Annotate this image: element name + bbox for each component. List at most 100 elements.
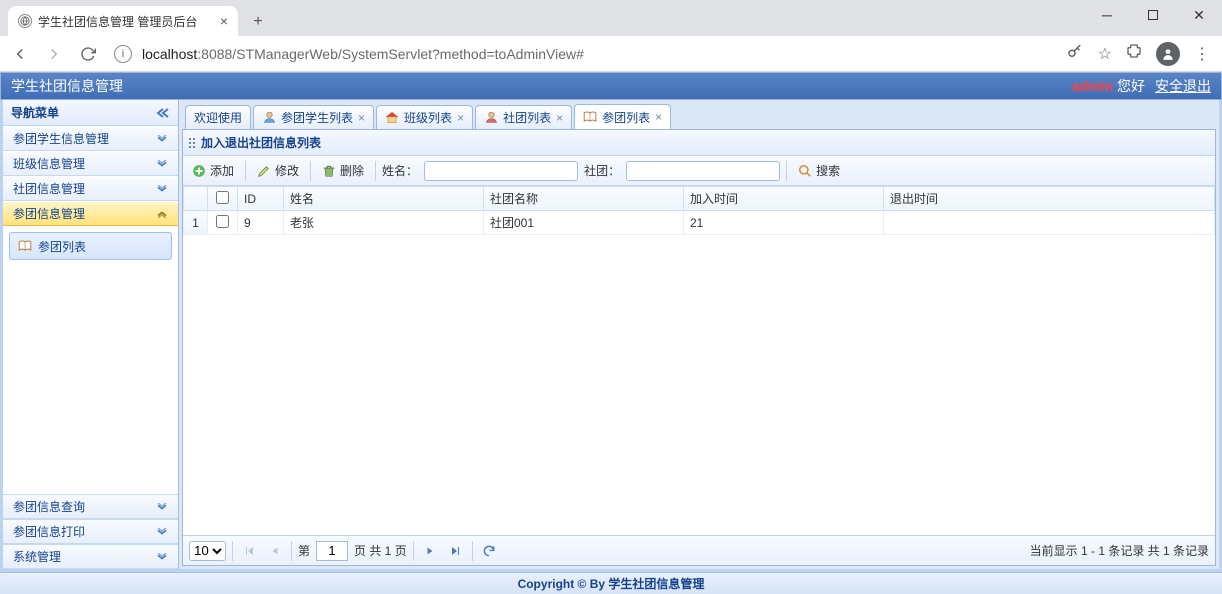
col-id[interactable]: ID	[238, 187, 284, 211]
edit-button[interactable]: 修改	[252, 159, 304, 182]
window-minimize-button[interactable]: ─	[1084, 0, 1130, 30]
chevron-down-icon	[156, 525, 168, 539]
browser-toolbar: i localhost:8088/STManagerWeb/SystemServ…	[0, 36, 1222, 72]
sidebar: 导航菜单 参团学生信息管理 班级信息管理 社团信息管理	[3, 100, 179, 569]
sidebar-item-system-manage[interactable]: 系统管理	[3, 544, 178, 569]
close-icon[interactable]: ×	[220, 13, 228, 29]
first-page-button[interactable]	[239, 541, 259, 561]
select-all-checkbox[interactable]	[216, 191, 229, 204]
refresh-button[interactable]	[479, 541, 499, 561]
back-button[interactable]	[6, 40, 34, 68]
cell-quit	[884, 211, 1215, 235]
separator	[413, 541, 414, 561]
separator	[786, 161, 787, 181]
new-tab-button[interactable]: +	[244, 8, 272, 36]
logout-link[interactable]: 安全退出	[1155, 76, 1211, 96]
house-icon	[385, 111, 399, 125]
cell-check	[208, 211, 238, 235]
panel: 加入退出社团信息列表 添加 修改 删除	[182, 129, 1216, 566]
search-button[interactable]: 搜索	[793, 159, 845, 182]
close-icon[interactable]: ×	[457, 111, 464, 125]
extensions-icon[interactable]	[1126, 43, 1142, 64]
separator	[375, 161, 376, 181]
prev-page-button[interactable]	[265, 541, 285, 561]
window-close-button[interactable]: ✕	[1176, 0, 1222, 30]
club-label: 社团：	[584, 162, 620, 179]
tab-class-list[interactable]: 班级列表 ×	[376, 105, 473, 129]
menu-icon[interactable]: ⋮	[1194, 44, 1210, 64]
chevron-down-icon	[156, 182, 168, 196]
pencil-icon	[257, 164, 271, 178]
col-join[interactable]: 加入时间	[684, 187, 884, 211]
page-input[interactable]	[316, 541, 348, 561]
close-icon[interactable]: ×	[358, 111, 365, 125]
next-page-button[interactable]	[420, 541, 440, 561]
separator	[245, 161, 246, 181]
reload-button[interactable]	[74, 40, 102, 68]
forward-button[interactable]	[40, 40, 68, 68]
tab-student-list[interactable]: 参团学生列表 ×	[253, 105, 374, 129]
trash-icon	[322, 164, 336, 178]
sidebar-item-class-manage[interactable]: 班级信息管理	[3, 151, 178, 176]
chevron-down-icon	[156, 157, 168, 171]
close-icon[interactable]: ×	[655, 110, 662, 124]
toolbar: 添加 修改 删除 姓名： 社团：	[183, 156, 1215, 186]
row-checkbox[interactable]	[216, 215, 229, 228]
page-prefix: 第	[298, 542, 310, 559]
cell-index: 1	[184, 211, 208, 235]
data-grid: ID 姓名 社团名称 加入时间 退出时间 1 9	[183, 186, 1215, 535]
chevron-up-icon	[156, 207, 168, 221]
tab-club-list[interactable]: 社团列表 ×	[475, 105, 572, 129]
sidebar-item-join-query[interactable]: 参团信息查询	[3, 494, 178, 519]
book-icon	[18, 239, 32, 253]
sidebar-item-student-manage[interactable]: 参团学生信息管理	[3, 126, 178, 151]
delete-button[interactable]: 删除	[317, 159, 369, 182]
club-input[interactable]	[626, 161, 780, 181]
close-icon[interactable]: ×	[556, 111, 563, 125]
chevron-down-icon	[156, 550, 168, 564]
last-page-button[interactable]	[446, 541, 466, 561]
browser-tabstrip: 学生社团信息管理 管理员后台 × + ─ ✕	[0, 0, 1222, 36]
collapse-icon[interactable]	[156, 108, 170, 118]
sidebar-item-club-manage[interactable]: 社团信息管理	[3, 176, 178, 201]
add-button[interactable]: 添加	[187, 159, 239, 182]
sidebar-subitem-join-list[interactable]: 参团列表	[9, 232, 172, 260]
col-quit[interactable]: 退出时间	[884, 187, 1215, 211]
site-info-icon[interactable]: i	[114, 45, 132, 63]
window-controls: ─ ✕	[1084, 0, 1222, 30]
window-maximize-button[interactable]	[1130, 0, 1176, 30]
separator	[310, 161, 311, 181]
sidebar-item-join-print[interactable]: 参团信息打印	[3, 519, 178, 544]
separator	[232, 541, 233, 561]
sidebar-sublist: 参团列表	[3, 226, 178, 494]
sidebar-item-join-manage[interactable]: 参团信息管理	[3, 201, 178, 226]
cell-id: 9	[238, 211, 284, 235]
name-input[interactable]	[424, 161, 578, 181]
profile-avatar-icon[interactable]	[1156, 42, 1180, 66]
name-label: 姓名：	[382, 162, 418, 179]
chevron-down-icon	[156, 132, 168, 146]
greeting: 您好	[1117, 76, 1145, 96]
cell-club: 社团001	[484, 211, 684, 235]
app-header: 学生社团信息管理 admin 您好 安全退出	[0, 72, 1222, 100]
col-club[interactable]: 社团名称	[484, 187, 684, 211]
bookmark-star-icon[interactable]: ☆	[1098, 44, 1112, 64]
book-icon	[583, 110, 597, 124]
plus-icon	[192, 164, 206, 178]
sidebar-title: 导航菜单	[3, 100, 178, 126]
table-row[interactable]: 1 9 老张 社团001 21	[184, 211, 1215, 235]
tab-bar: 欢迎使用 参团学生列表 × 班级列表 × 社团列表 ×	[182, 103, 1216, 129]
page-size-select[interactable]: 10	[189, 541, 226, 561]
user-icon	[484, 111, 498, 125]
col-name[interactable]: 姓名	[284, 187, 484, 211]
address-bar[interactable]: localhost:8088/STManagerWeb/SystemServle…	[138, 46, 1060, 62]
current-user: admin	[1072, 78, 1113, 94]
tab-welcome[interactable]: 欢迎使用	[185, 105, 251, 129]
app-title: 学生社团信息管理	[11, 76, 123, 96]
tab-join-list[interactable]: 参团列表 ×	[574, 104, 671, 129]
main-content: 欢迎使用 参团学生列表 × 班级列表 × 社团列表 ×	[179, 100, 1219, 569]
cell-join: 21	[684, 211, 884, 235]
key-icon[interactable]	[1066, 42, 1084, 65]
browser-tab[interactable]: 学生社团信息管理 管理员后台 ×	[8, 6, 238, 36]
panel-title: 加入退出社团信息列表	[183, 130, 1215, 156]
